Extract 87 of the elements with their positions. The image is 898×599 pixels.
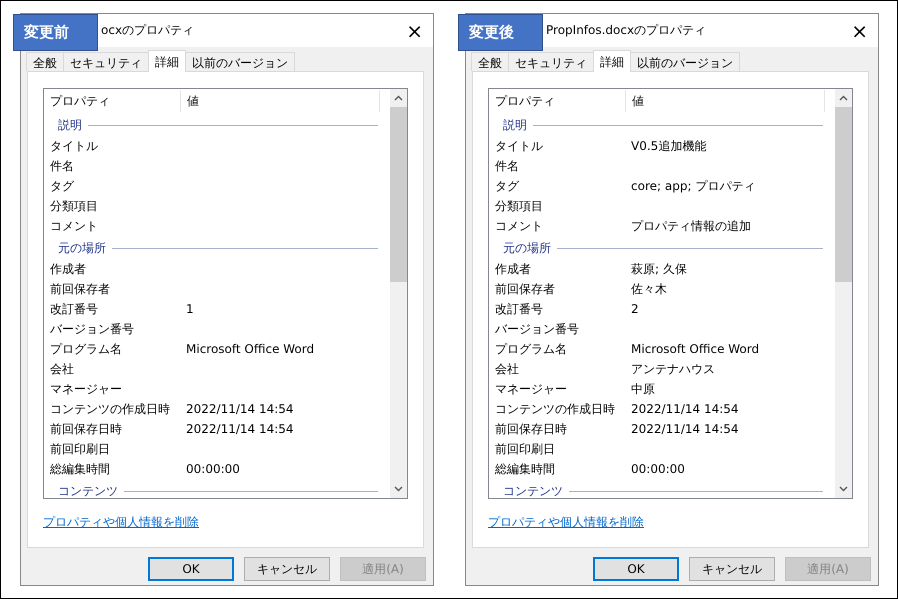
column-header[interactable]: プロパティ xyxy=(44,90,181,112)
property-name: タグ xyxy=(49,178,76,194)
property-value: 2022/11/14 14:54 xyxy=(185,422,294,436)
property-value: 00:00:00 xyxy=(630,462,685,476)
property-name: タグ xyxy=(494,178,520,194)
section-heading: 元の場所 xyxy=(503,240,551,256)
property-value: V0.5追加機能 xyxy=(630,138,706,154)
window-title: ocxのプロパティ xyxy=(101,22,196,39)
property-name: マネージャー xyxy=(49,380,123,398)
property-value: 中原 xyxy=(630,380,655,398)
property-value: Microsoft Office Word xyxy=(630,342,760,356)
property-name: 作成者 xyxy=(494,260,532,278)
scroll-up-icon[interactable] xyxy=(839,95,848,101)
scroll-down-icon[interactable] xyxy=(839,486,848,492)
close-icon[interactable]: × xyxy=(406,20,423,40)
property-name: プログラム名 xyxy=(494,340,568,358)
scrollbar[interactable] xyxy=(835,89,852,498)
tab[interactable]: セキュリティ xyxy=(63,52,149,71)
scroll-up-icon[interactable] xyxy=(394,95,403,101)
property-name: 分類項目 xyxy=(49,198,99,214)
window-title: PropInfos.docxのプロパティ xyxy=(546,22,708,39)
property-value: core; app; プロパティ xyxy=(630,178,756,194)
property-name: 改訂番号 xyxy=(49,300,99,318)
remove-properties-link[interactable]: プロパティや個人情報を削除 xyxy=(488,515,644,529)
property-value: アンテナハウス xyxy=(630,360,715,378)
property-name: コンテンツの作成日時 xyxy=(494,400,616,418)
property-name: バージョン番号 xyxy=(49,320,135,338)
column-header[interactable]: プロパティ xyxy=(489,90,626,112)
close-icon[interactable]: × xyxy=(851,20,868,40)
property-name: 作成者 xyxy=(49,260,87,278)
scrollbar[interactable] xyxy=(390,89,407,498)
property-value: 00:00:00 xyxy=(185,462,240,476)
property-value: 2022/11/14 14:54 xyxy=(630,422,739,436)
property-name: 件名 xyxy=(494,158,520,174)
column-header[interactable]: 値 xyxy=(181,90,380,112)
property-value: 1 xyxy=(185,302,194,316)
property-name: タイトル xyxy=(49,138,99,154)
property-name: 会社 xyxy=(49,360,75,378)
tab[interactable]: 詳細 xyxy=(593,50,631,72)
property-name: バージョン番号 xyxy=(494,320,580,338)
tab[interactable]: 以前のバージョン xyxy=(630,52,740,71)
property-name: 前回保存日時 xyxy=(494,420,568,438)
property-value: 佐々木 xyxy=(630,280,667,298)
tab[interactable]: セキュリティ xyxy=(508,52,594,71)
column-header[interactable]: 値 xyxy=(626,90,825,112)
tab[interactable]: 詳細 xyxy=(148,50,186,72)
property-name: 前回印刷日 xyxy=(49,440,111,458)
property-name: 分類項目 xyxy=(494,198,544,214)
section-heading: 説明 xyxy=(503,116,527,134)
property-value: プロパティ情報の追加 xyxy=(630,218,751,234)
property-name: 前回保存者 xyxy=(494,280,556,298)
property-name: コンテンツの作成日時 xyxy=(49,400,171,418)
property-name: 会社 xyxy=(494,360,520,378)
property-name: 前回保存者 xyxy=(49,280,111,298)
property-value: 2022/11/14 14:54 xyxy=(630,402,739,416)
label-badge: 変更前 xyxy=(13,14,98,51)
property-name: コメント xyxy=(494,218,544,234)
section-heading: 元の場所 xyxy=(58,240,106,256)
property-name: 総編集時間 xyxy=(494,460,556,478)
section-heading: コンテンツ xyxy=(503,482,563,498)
tab[interactable]: 全般 xyxy=(26,52,64,71)
property-name: コメント xyxy=(49,218,99,234)
dialog-button[interactable]: キャンセル xyxy=(244,557,330,581)
property-name: 前回印刷日 xyxy=(494,440,556,458)
tab[interactable]: 全般 xyxy=(471,52,509,71)
remove-properties-link[interactable]: プロパティや個人情報を削除 xyxy=(43,515,199,529)
dialog-button[interactable]: OK xyxy=(593,557,679,581)
property-value: Microsoft Office Word xyxy=(185,342,314,356)
property-name: タイトル xyxy=(494,138,544,154)
property-name: 総編集時間 xyxy=(49,460,111,478)
property-name: 件名 xyxy=(49,158,75,174)
property-value: 2022/11/14 14:54 xyxy=(185,402,294,416)
label-badge: 変更後 xyxy=(458,14,543,51)
dialog-button[interactable]: OK xyxy=(148,557,234,581)
property-value: 萩原; 久保 xyxy=(630,260,687,278)
property-value: 2 xyxy=(630,302,639,316)
tab[interactable]: 以前のバージョン xyxy=(185,52,295,71)
section-heading: 説明 xyxy=(58,116,82,134)
property-name: プログラム名 xyxy=(49,340,123,358)
dialog-button[interactable]: キャンセル xyxy=(689,557,775,581)
section-heading: コンテンツ xyxy=(58,482,118,498)
property-name: 改訂番号 xyxy=(494,300,544,318)
property-name: 前回保存日時 xyxy=(49,420,123,438)
property-name: マネージャー xyxy=(494,380,568,398)
scroll-thumb[interactable] xyxy=(835,107,852,282)
scroll-thumb[interactable] xyxy=(390,107,407,282)
scroll-down-icon[interactable] xyxy=(394,486,403,492)
